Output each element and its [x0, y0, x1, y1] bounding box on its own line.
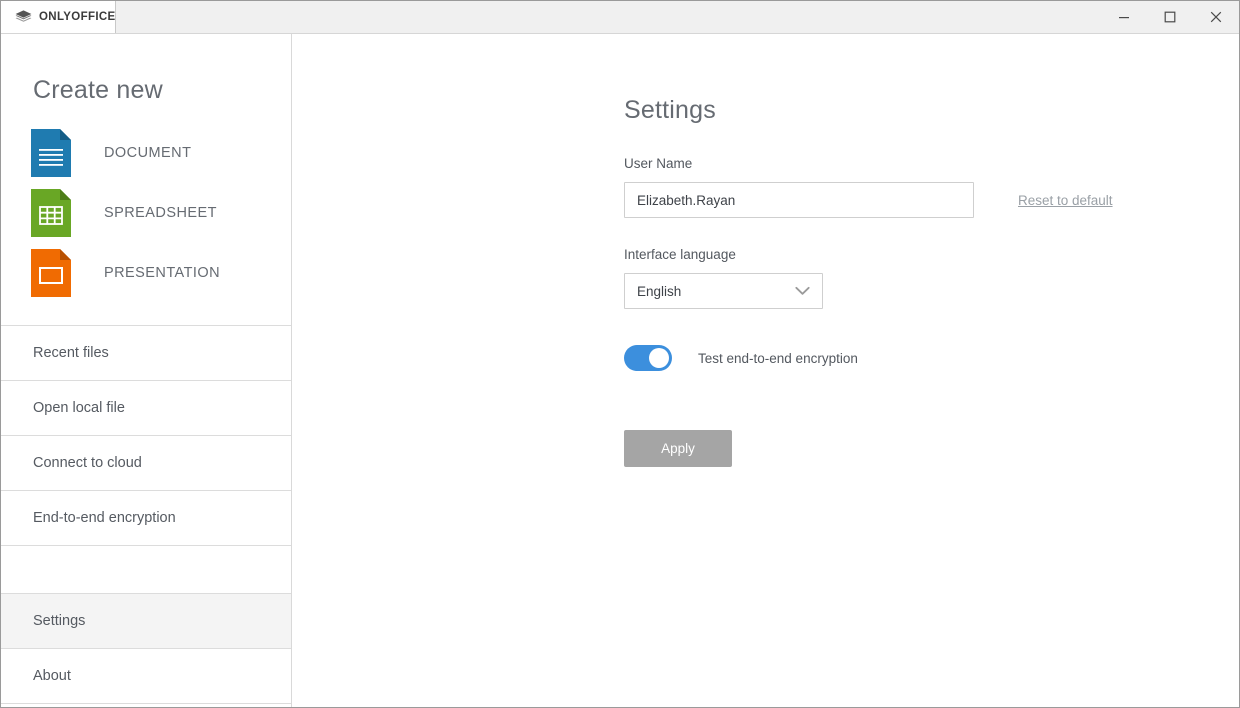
titlebar-drag-region[interactable]: [116, 1, 1101, 33]
sidebar-item-connect-to-cloud[interactable]: Connect to cloud: [1, 436, 291, 491]
settings-panel: Settings User Name Reset to default Inte…: [292, 34, 1239, 707]
page-title: Settings: [624, 96, 1239, 125]
layers-stack-icon: [15, 10, 32, 25]
interface-language-value: English: [637, 284, 681, 299]
sidebar-item-recent-files[interactable]: Recent files: [1, 326, 291, 381]
user-name-label: User Name: [624, 156, 1239, 171]
test-encryption-label: Test end-to-end encryption: [698, 351, 858, 366]
sidebar-item-settings[interactable]: Settings: [1, 594, 291, 649]
sidebar-item-about[interactable]: About: [1, 649, 291, 704]
close-icon: [1210, 11, 1222, 23]
create-new-section: Create new DOCUMENT: [1, 34, 291, 326]
test-encryption-toggle[interactable]: [624, 345, 672, 371]
sidebar-item-label: End-to-end encryption: [33, 510, 176, 526]
create-document-item[interactable]: DOCUMENT: [1, 123, 291, 183]
create-document-label: DOCUMENT: [104, 145, 191, 161]
chevron-down-icon: [795, 287, 810, 296]
app-name-label: ONLYOFFICE: [39, 11, 116, 23]
encryption-toggle-row: Test end-to-end encryption: [624, 345, 1239, 371]
create-presentation-label: PRESENTATION: [104, 265, 220, 281]
create-spreadsheet-item[interactable]: SPREADSHEET: [1, 183, 291, 243]
minimize-button[interactable]: [1101, 1, 1147, 33]
sidebar-nav-list: Recent files Open local file Connect to …: [1, 326, 291, 704]
interface-language-select[interactable]: English: [624, 273, 823, 309]
minimize-icon: [1118, 11, 1130, 23]
sidebar-item-label: Settings: [33, 613, 85, 629]
apply-button[interactable]: Apply: [624, 430, 732, 467]
sidebar-item-label: Recent files: [33, 345, 109, 361]
title-bar: ONLYOFFICE: [1, 1, 1239, 34]
toggle-knob: [649, 348, 669, 368]
create-new-heading: Create new: [1, 76, 291, 105]
sidebar-item-end-to-end-encryption[interactable]: End-to-end encryption: [1, 491, 291, 546]
window-body: Create new DOCUMENT: [1, 34, 1239, 707]
document-file-icon: [31, 129, 71, 177]
create-spreadsheet-label: SPREADSHEET: [104, 205, 217, 221]
create-presentation-item[interactable]: PRESENTATION: [1, 243, 291, 303]
field-gap: [624, 218, 1239, 247]
sidebar-item-label: Connect to cloud: [33, 455, 142, 471]
user-name-input[interactable]: [624, 182, 974, 218]
app-tab-home[interactable]: ONLYOFFICE: [1, 1, 116, 33]
maximize-button[interactable]: [1147, 1, 1193, 33]
presentation-file-icon: [31, 249, 71, 297]
reset-to-default-link[interactable]: Reset to default: [1018, 193, 1113, 208]
sidebar-item-open-local-file[interactable]: Open local file: [1, 381, 291, 436]
sidebar: Create new DOCUMENT: [1, 34, 292, 707]
user-name-row: Reset to default: [624, 182, 1239, 218]
close-button[interactable]: [1193, 1, 1239, 33]
sidebar-item-label: About: [33, 668, 71, 684]
sidebar-item-empty: [1, 546, 291, 594]
application-window: ONLYOFFICE C: [0, 0, 1240, 708]
window-controls: [1101, 1, 1239, 33]
sidebar-item-label: Open local file: [33, 400, 125, 416]
maximize-icon: [1164, 11, 1176, 23]
spreadsheet-file-icon: [31, 189, 71, 237]
interface-language-label: Interface language: [624, 247, 1239, 262]
